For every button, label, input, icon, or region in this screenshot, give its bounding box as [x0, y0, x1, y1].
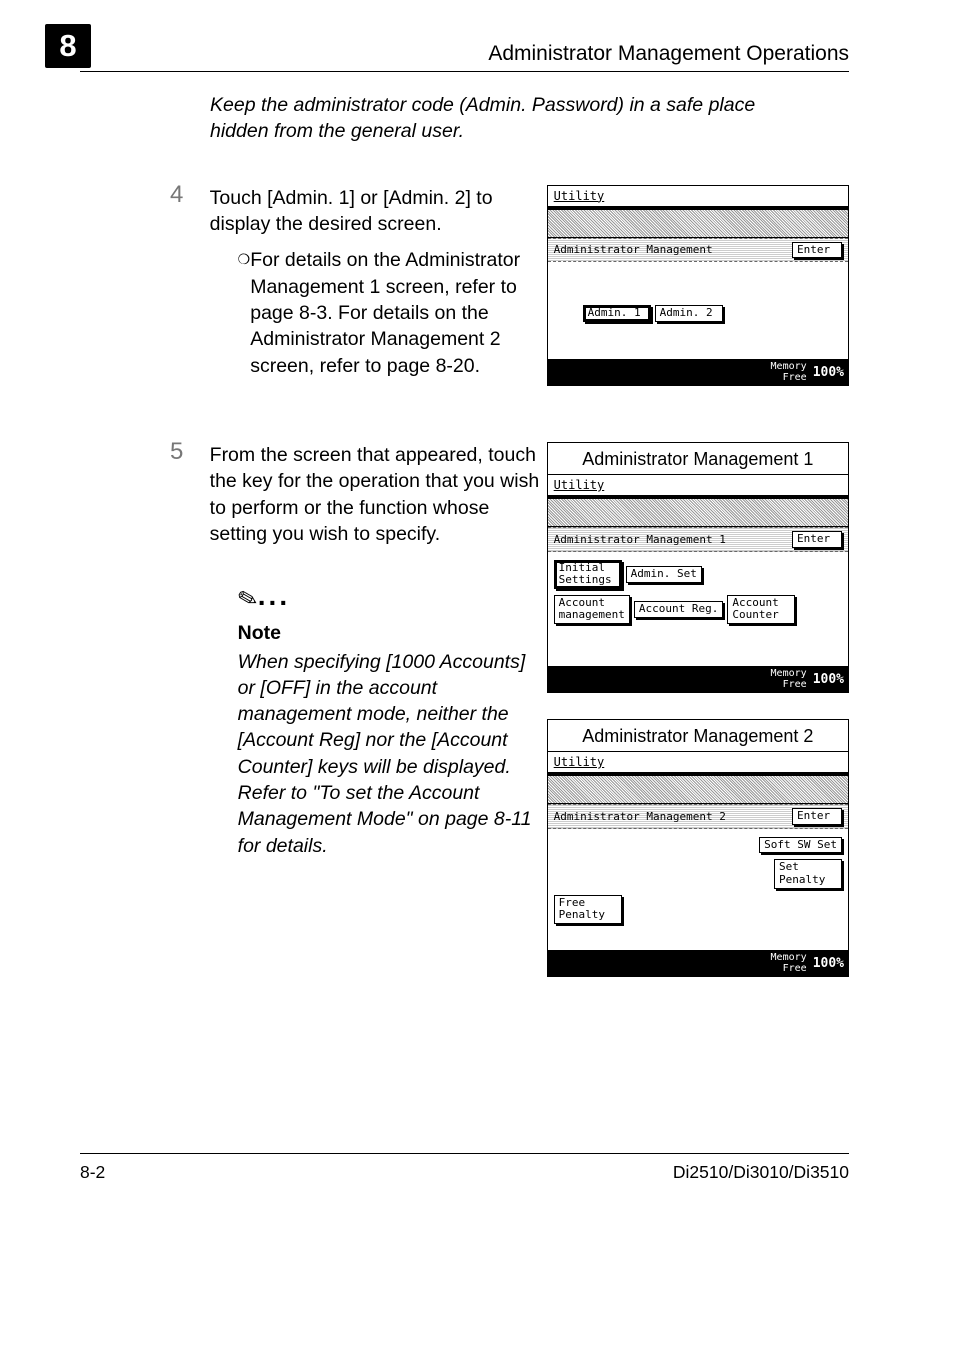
lcd2-gradient-band — [548, 776, 848, 804]
step-5-text: From the screen that appeared, touch the… — [210, 442, 547, 547]
note-dots: ... — [258, 580, 290, 611]
lcd2-title: Utility — [548, 752, 848, 776]
initial-settings-button[interactable]: Initial Settings — [554, 560, 622, 589]
lcd1-caption: Administrator Management 1 — [547, 442, 849, 474]
lcd-utility-screen: Utility Administrator Management Enter A… — [547, 185, 849, 386]
step-5-number: 5 — [170, 440, 210, 464]
set-penalty-button[interactable]: Set Penalty — [774, 859, 842, 888]
lcd2-footer: MemoryFree 100% — [548, 950, 848, 976]
lcd1-gradient-band — [548, 499, 848, 527]
step-4-row: 4 Touch [Admin. 1] or [Admin. 2] to disp… — [210, 185, 849, 412]
page-header: 8 Administrator Management Operations — [80, 24, 849, 72]
lcd2-rowlabel: Administrator Management 2 — [554, 810, 726, 823]
lcd-admin-mgmt-1: Utility Administrator Management 1 Enter… — [547, 474, 849, 693]
model-numbers: Di2510/Di3010/Di3510 — [673, 1162, 849, 1183]
soft-sw-set-button[interactable]: Soft SW Set — [759, 837, 842, 854]
lcd1-title: Utility — [548, 475, 848, 499]
lcd2-caption: Administrator Management 2 — [547, 719, 849, 751]
lcd1-enter-button[interactable]: Enter — [792, 531, 842, 548]
page-number: 8-2 — [80, 1162, 105, 1183]
lcd-admin-mgmt-2: Utility Administrator Management 2 Enter… — [547, 751, 849, 977]
step-4-text: Touch [Admin. 1] or [Admin. 2] to displa… — [210, 185, 547, 238]
lcd-top-title: Utility — [548, 186, 848, 210]
intro-note: Keep the administrator code (Admin. Pass… — [210, 92, 800, 145]
note-body: When specifying [1000 Accounts] or [OFF]… — [238, 649, 547, 860]
header-title: Administrator Management Operations — [111, 42, 849, 68]
free-penalty-button[interactable]: Free Penalty — [554, 895, 622, 924]
admin-2-button[interactable]: Admin. 2 — [655, 305, 723, 322]
bullet-icon: ❍ — [238, 247, 251, 379]
step-4-number: 4 — [170, 183, 210, 207]
page-footer: 8-2 Di2510/Di3010/Di3510 — [80, 1153, 849, 1183]
admin-set-button[interactable]: Admin. Set — [626, 566, 702, 583]
lcd1-rowlabel: Administrator Management 1 — [554, 533, 726, 546]
lcd2-enter-button[interactable]: Enter — [792, 808, 842, 825]
account-reg-button[interactable]: Account Reg. — [634, 601, 723, 618]
enter-button[interactable]: Enter — [792, 242, 842, 259]
step-4-bullet: For details on the Administrator Managem… — [250, 247, 546, 379]
step-5-row: 5 From the screen that appeared, touch t… — [210, 442, 849, 1003]
note-heading: Note — [238, 620, 547, 646]
account-counter-button[interactable]: Account Counter — [727, 595, 795, 624]
lcd-top-footer: MemoryFree 100% — [548, 359, 848, 385]
lcd-top-rowlabel: Administrator Management — [554, 243, 713, 256]
admin-1-button[interactable]: Admin. 1 — [583, 305, 651, 322]
chapter-number: 8 — [45, 24, 91, 68]
lcd-gradient-band — [548, 210, 848, 238]
account-management-button[interactable]: Account management — [554, 595, 630, 624]
lcd1-footer: MemoryFree 100% — [548, 666, 848, 692]
